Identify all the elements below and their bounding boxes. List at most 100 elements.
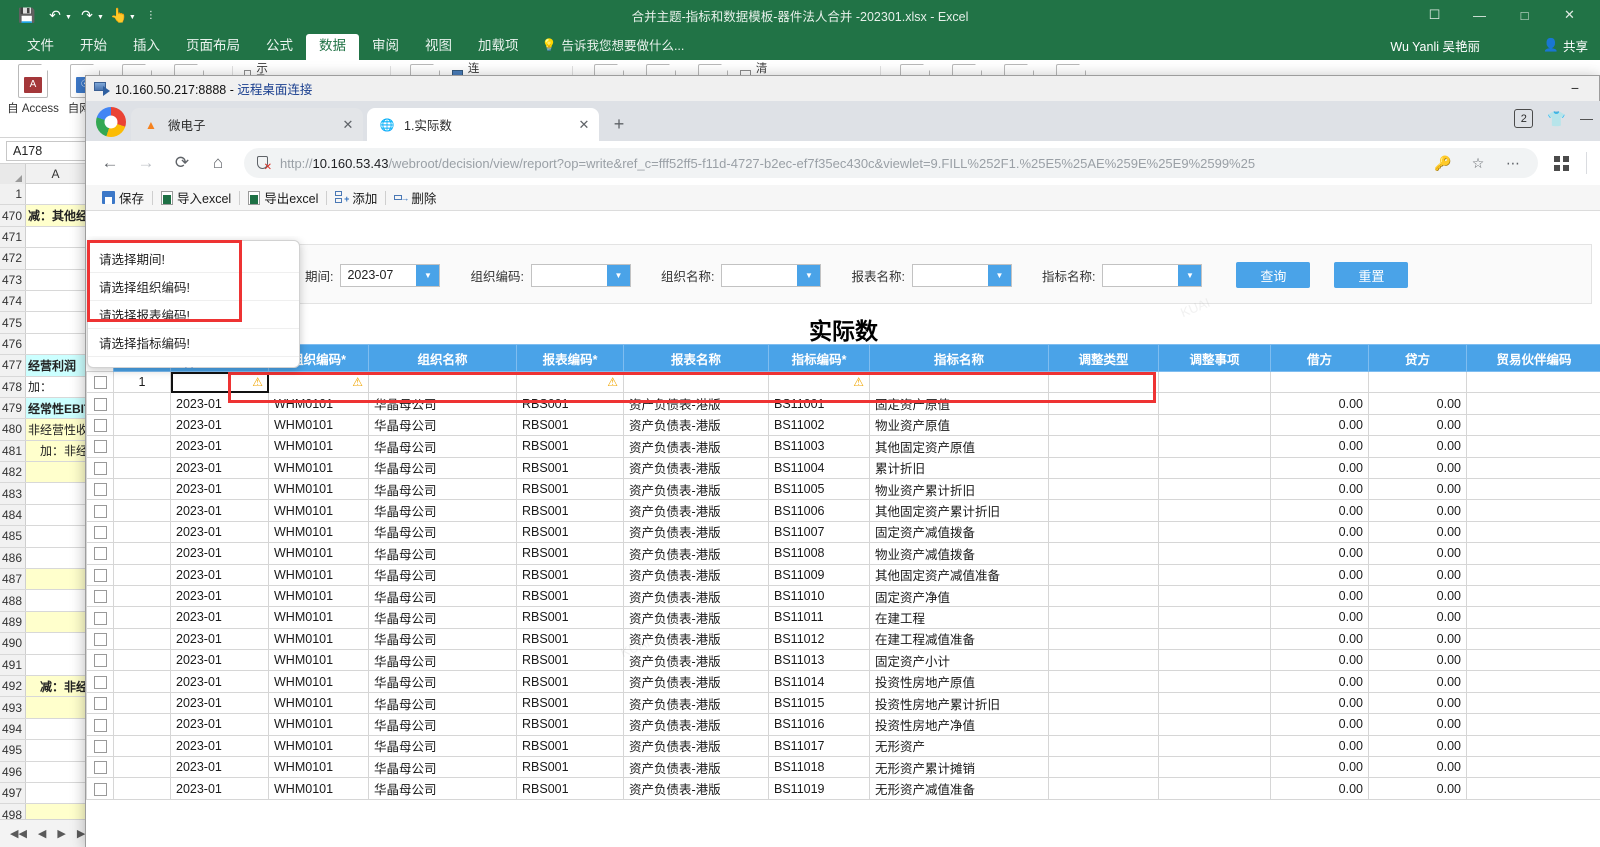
excel-cell[interactable] xyxy=(26,633,86,654)
table-row[interactable]: 2023-01 WHM0101 华晶母公司 RBS001 资产负债表-港版 BS11013… xyxy=(86,649,1600,672)
cell-credit[interactable]: 0.00 xyxy=(1368,670,1467,693)
cell-seq[interactable] xyxy=(113,435,171,458)
row-checkbox-cell[interactable] xyxy=(86,777,114,800)
cell-partner-code[interactable] xyxy=(1466,734,1600,758)
cell-report-name[interactable]: 资产负债表-港版 xyxy=(623,606,769,629)
cell-org-name[interactable]: 华晶母公司 xyxy=(368,477,517,501)
excel-row-number[interactable]: 487 xyxy=(0,569,26,590)
password-key-icon[interactable]: 🔑 xyxy=(1430,150,1456,176)
cell-org-code[interactable]: WHM0101 xyxy=(268,649,369,672)
cell-metric-code[interactable]: BS11018 xyxy=(768,756,870,779)
cell-adj-type[interactable] xyxy=(1048,499,1159,522)
cell-adj-type[interactable] xyxy=(1048,563,1159,586)
more-menu-icon[interactable]: ⋯ xyxy=(1500,150,1526,176)
row-checkbox-cell[interactable] xyxy=(86,649,114,672)
cell-report-code[interactable]: RBS001 xyxy=(516,477,624,501)
cell-adj-type[interactable] xyxy=(1048,734,1159,758)
cell-adj-matter[interactable] xyxy=(1158,756,1271,779)
cell-report-name[interactable]: 资产负债表-港版 xyxy=(623,670,769,693)
cell-adj-matter[interactable] xyxy=(1158,413,1271,437)
cell-org-code[interactable]: WHM0101 xyxy=(268,756,369,779)
cell-metric-code[interactable]: BS11013 xyxy=(768,649,870,672)
cell-adj-matter[interactable] xyxy=(1158,520,1271,544)
cell-metric-name[interactable]: 其他固定资产原值 xyxy=(869,435,1049,458)
cell-org-name[interactable]: 华晶母公司 xyxy=(368,606,517,629)
cell-org-name[interactable]: 华晶母公司 xyxy=(368,563,517,586)
cell-report-code[interactable]: RBS001 xyxy=(516,520,624,544)
tell-me-box[interactable]: 💡 告诉我您想要做什么... xyxy=(532,31,695,60)
cell-metric-code[interactable]: BS11009 xyxy=(768,563,870,586)
cell-report-name[interactable]: 资产负债表-港版 xyxy=(623,649,769,672)
excel-row-number[interactable]: 484 xyxy=(0,504,26,526)
cell-seq[interactable] xyxy=(113,649,171,672)
cell-report-name[interactable]: 资产负债表-港版 xyxy=(623,477,769,501)
cell-report-code[interactable]: RBS001 xyxy=(516,756,624,779)
tab-insert[interactable]: 插入 xyxy=(120,34,173,60)
cell-report-name[interactable]: 资产负债表-港版 xyxy=(623,691,769,715)
cell-seq[interactable]: 1 xyxy=(113,370,171,394)
cell-partner-code[interactable] xyxy=(1466,670,1600,693)
chevron-down-icon[interactable]: ▼ xyxy=(416,264,440,286)
cell-credit[interactable]: 0.00 xyxy=(1368,542,1467,565)
excel-cell[interactable]: 加：非经营 xyxy=(26,440,86,462)
cell-org-name[interactable]: 华晶母公司 xyxy=(368,734,517,758)
cell-credit[interactable]: 0.00 xyxy=(1368,456,1467,479)
excel-row-number[interactable]: 488 xyxy=(0,590,26,611)
tab-data[interactable]: 数据 xyxy=(306,34,359,60)
cell-period[interactable]: 2023-01 xyxy=(170,777,269,800)
cell-metric-name[interactable]: 物业资产累计折旧 xyxy=(869,477,1049,501)
cell-adj-type[interactable] xyxy=(1048,691,1159,715)
excel-row-number[interactable]: 481 xyxy=(0,440,26,462)
excel-row-number[interactable]: 480 xyxy=(0,419,26,440)
excel-cell[interactable] xyxy=(26,611,86,633)
cell-org-name[interactable]: 华晶母公司 xyxy=(368,435,517,458)
cell-seq[interactable] xyxy=(113,606,171,629)
table-row[interactable]: 2023-01 WHM0101 华晶母公司 RBS001 资产负债表-港版 BS11001… xyxy=(86,392,1600,415)
cell-period[interactable]: 2023-01 xyxy=(170,392,269,415)
excel-cell[interactable] xyxy=(26,269,86,290)
cell-adj-matter[interactable] xyxy=(1158,627,1271,651)
prev-sheet-icon[interactable]: ◀ xyxy=(38,827,46,840)
cell-debit[interactable]: 0.00 xyxy=(1270,456,1369,479)
cell-report-name[interactable]: 资产负债表-港版 xyxy=(623,756,769,779)
chevron-down-icon[interactable]: ▼ xyxy=(606,264,630,286)
next-sheet-icon[interactable]: ▶ xyxy=(57,827,65,840)
cell-report-code[interactable]: RBS001 xyxy=(516,606,624,629)
row-checkbox[interactable] xyxy=(93,654,107,668)
cell-partner-code[interactable] xyxy=(1466,392,1600,415)
cell-metric-code[interactable]: BS11017 xyxy=(768,734,870,758)
header-credit[interactable]: 贷方 xyxy=(1368,344,1467,372)
reset-button[interactable]: 重置 xyxy=(1334,262,1409,288)
excel-cell[interactable] xyxy=(26,718,86,740)
cell-debit[interactable]: 0.00 xyxy=(1270,413,1369,437)
cell-org-name[interactable]: 华晶母公司 xyxy=(368,670,517,693)
cell-metric-name[interactable]: 投资性房地产原值 xyxy=(869,670,1049,693)
cell-adj-matter[interactable] xyxy=(1158,392,1271,415)
header-report-name[interactable]: 报表名称 xyxy=(623,344,769,372)
table-row[interactable]: 2023-01 WHM0101 华晶母公司 RBS001 资产负债表-港版 BS11009… xyxy=(86,563,1600,586)
excel-row-number[interactable]: 489 xyxy=(0,611,26,633)
cell-debit[interactable]: 0.00 xyxy=(1270,520,1369,544)
cell-period[interactable]: 2023-01 xyxy=(170,456,269,479)
table-row[interactable]: 2023-01 WHM0101 华晶母公司 RBS001 资产负债表-港版 BS11018… xyxy=(86,756,1600,779)
cell-metric-name[interactable]: 固定资产小计 xyxy=(869,649,1049,672)
cell-org-code[interactable]: WHM0101 xyxy=(268,691,369,715)
cell-report-code[interactable]: RBS001 xyxy=(516,584,624,608)
excel-cell[interactable] xyxy=(26,462,86,483)
cell-report-name[interactable]: 资产负债表-港版 xyxy=(623,777,769,800)
row-checkbox-cell[interactable] xyxy=(86,499,114,522)
cell-report-code[interactable]: RBS001 xyxy=(516,734,624,758)
cell-adj-matter[interactable] xyxy=(1158,606,1271,629)
cell-seq[interactable] xyxy=(113,413,171,437)
cell-adj-matter[interactable] xyxy=(1158,584,1271,608)
browser-minimize-icon[interactable]: — xyxy=(1580,111,1593,126)
cell-report-code[interactable]: RBS001 xyxy=(516,456,624,479)
excel-cell[interactable] xyxy=(26,483,86,504)
excel-row-number[interactable]: 473 xyxy=(0,269,26,290)
cell-adj-matter[interactable] xyxy=(1158,777,1271,800)
filter-report-name-select[interactable]: ▼ xyxy=(911,263,1012,287)
cell-adj-type[interactable] xyxy=(1048,756,1159,779)
excel-row-number[interactable]: 486 xyxy=(0,547,26,569)
new-tab-button[interactable]: + xyxy=(605,110,633,138)
cell-org-name[interactable]: 华晶母公司 xyxy=(368,691,517,715)
